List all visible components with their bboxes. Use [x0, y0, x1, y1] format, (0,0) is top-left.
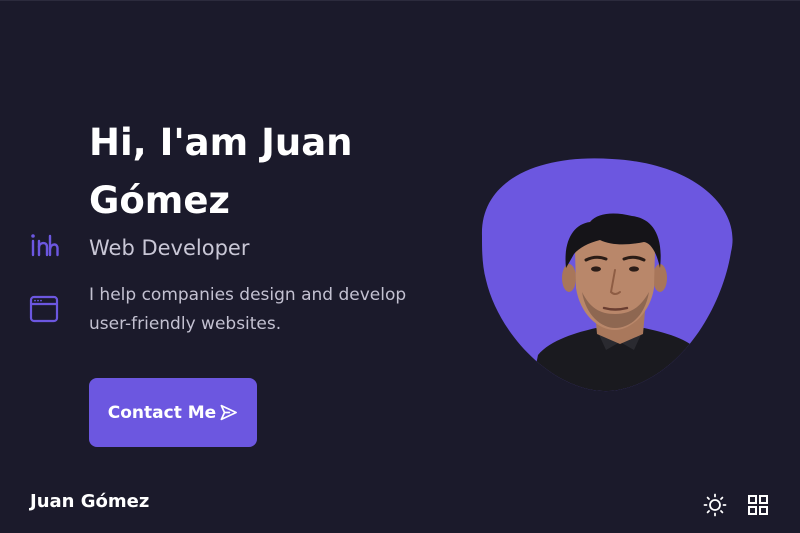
header-divider — [0, 0, 800, 1]
hero-description: I help companies design and develop user… — [89, 285, 407, 334]
hero-image-blob — [480, 150, 736, 395]
linkedin-icon — [31, 234, 59, 257]
grid-menu-icon — [748, 495, 768, 515]
footer-logo[interactable]: Juan Gómez — [30, 491, 149, 512]
contact-me-button[interactable]: Contact Me — [89, 378, 257, 447]
social-links — [28, 230, 62, 354]
hero-title: Hi, I'am Juan Gómez — [89, 114, 409, 230]
hero-subtitle: Web Developer — [89, 236, 250, 260]
send-icon — [220, 404, 238, 421]
menu-toggle-button[interactable] — [746, 493, 770, 517]
contact-button-label: Contact Me — [107, 402, 217, 423]
linkedin-link[interactable] — [28, 230, 60, 262]
theme-toggle-button[interactable] — [703, 493, 727, 517]
sun-icon — [703, 493, 727, 517]
hero-title-line-1: Hi, I'am Juan — [89, 121, 353, 164]
browser-window-icon — [29, 295, 59, 323]
profile-photo — [481, 158, 733, 392]
hero-title-line-2: Gómez — [89, 179, 230, 222]
portfolio-link[interactable] — [28, 292, 60, 324]
